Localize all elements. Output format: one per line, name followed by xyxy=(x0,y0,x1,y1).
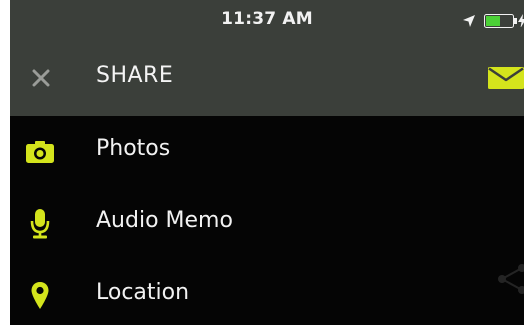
menu-item-audio-memo[interactable]: Audio Memo xyxy=(10,188,524,260)
mail-button[interactable] xyxy=(478,64,524,92)
mail-icon xyxy=(488,67,524,89)
charging-bolt-icon xyxy=(518,13,524,27)
menu-item-location[interactable]: Location xyxy=(10,260,524,325)
close-button[interactable] xyxy=(22,59,60,97)
menu-item-label: Photos xyxy=(96,136,171,161)
menu-item-label: Location xyxy=(96,280,190,305)
page-title: SHARE xyxy=(96,63,174,88)
menu-item-label: Audio Memo xyxy=(96,208,233,233)
map-pin-icon xyxy=(22,278,58,314)
share-options-list: Photos Audio Memo Location xyxy=(10,116,524,325)
status-bar: 11:37 AM xyxy=(10,0,524,44)
camera-icon xyxy=(22,134,58,170)
microphone-icon xyxy=(22,206,58,242)
status-icons xyxy=(462,12,524,28)
battery-icon xyxy=(484,13,518,28)
share-header: SHARE xyxy=(10,44,524,116)
status-time: 11:37 AM xyxy=(221,9,313,29)
menu-item-photos[interactable]: Photos xyxy=(10,116,524,188)
close-icon xyxy=(32,69,50,87)
share-screen: 11:37 AM SHARE Photos Audio Memo Locatio… xyxy=(10,0,524,325)
share-icon xyxy=(494,262,524,300)
location-arrow-icon xyxy=(462,13,476,27)
